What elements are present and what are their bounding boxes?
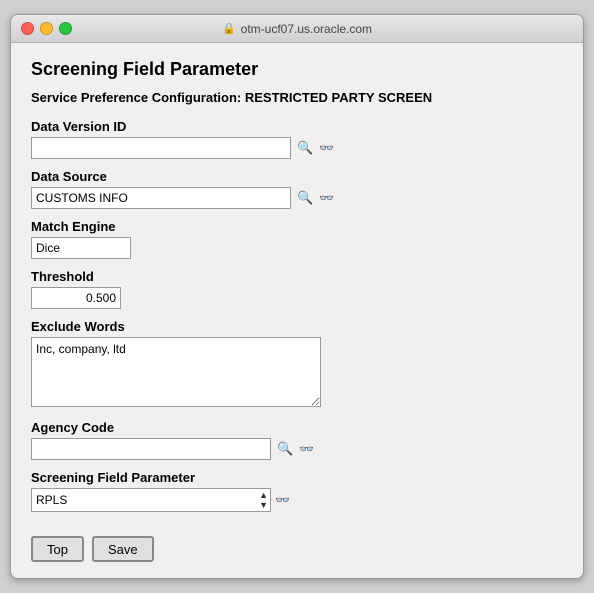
title-bar: 🔒 otm-ucf07.us.oracle.com	[11, 15, 583, 43]
data-source-row: 🔍 👓	[31, 187, 563, 209]
agency-code-input[interactable]	[31, 438, 271, 460]
window-controls	[21, 22, 72, 35]
maximize-button[interactable]	[59, 22, 72, 35]
save-button[interactable]: Save	[92, 536, 154, 562]
threshold-row	[31, 287, 563, 309]
data-version-id-input[interactable]	[31, 137, 291, 159]
screening-field-parameter-label: Screening Field Parameter	[31, 470, 563, 485]
screening-field-parameter-input[interactable]	[31, 488, 271, 512]
exclude-words-textarea[interactable]	[31, 337, 321, 407]
exclude-words-group: Exclude Words	[31, 319, 563, 410]
agency-code-row: 🔍 👓	[31, 438, 563, 460]
content-area: Screening Field Parameter Service Prefer…	[11, 43, 583, 578]
agency-code-search-button[interactable]: 🔍	[275, 441, 295, 457]
close-button[interactable]	[21, 22, 34, 35]
data-source-input[interactable]	[31, 187, 291, 209]
threshold-label: Threshold	[31, 269, 563, 284]
data-version-id-search-button[interactable]: 🔍	[295, 140, 315, 156]
data-version-id-label: Data Version ID	[31, 119, 563, 134]
title-bar-text: 🔒 otm-ucf07.us.oracle.com	[222, 22, 372, 36]
data-version-id-group: Data Version ID 🔍 👓	[31, 119, 563, 159]
data-source-label: Data Source	[31, 169, 563, 184]
data-source-group: Data Source 🔍 👓	[31, 169, 563, 209]
window-title: otm-ucf07.us.oracle.com	[241, 22, 372, 36]
exclude-words-label: Exclude Words	[31, 319, 563, 334]
data-source-glasses-icon[interactable]: 👓	[319, 191, 334, 205]
screening-field-parameter-row: ▲ ▼ 👓	[31, 488, 563, 512]
match-engine-row	[31, 237, 563, 259]
match-engine-group: Match Engine	[31, 219, 563, 259]
lock-icon: 🔒	[222, 22, 236, 35]
agency-code-group: Agency Code 🔍 👓	[31, 420, 563, 460]
threshold-group: Threshold	[31, 269, 563, 309]
threshold-input[interactable]	[31, 287, 121, 309]
minimize-button[interactable]	[40, 22, 53, 35]
main-window: 🔒 otm-ucf07.us.oracle.com Screening Fiel…	[10, 14, 584, 579]
match-engine-input[interactable]	[31, 237, 131, 259]
data-source-search-button[interactable]: 🔍	[295, 190, 315, 206]
screening-select-wrapper: ▲ ▼	[31, 488, 271, 512]
top-button[interactable]: Top	[31, 536, 84, 562]
bottom-buttons: Top Save	[31, 528, 563, 562]
data-version-id-row: 🔍 👓	[31, 137, 563, 159]
screening-glasses-icon[interactable]: 👓	[275, 493, 290, 507]
match-engine-label: Match Engine	[31, 219, 563, 234]
page-title: Screening Field Parameter	[31, 59, 563, 80]
page-subtitle: Service Preference Configuration: RESTRI…	[31, 90, 563, 105]
agency-code-label: Agency Code	[31, 420, 563, 435]
data-version-id-glasses-icon[interactable]: 👓	[319, 141, 334, 155]
screening-field-parameter-group: Screening Field Parameter ▲ ▼ 👓	[31, 470, 563, 512]
agency-code-glasses-icon[interactable]: 👓	[299, 442, 314, 456]
